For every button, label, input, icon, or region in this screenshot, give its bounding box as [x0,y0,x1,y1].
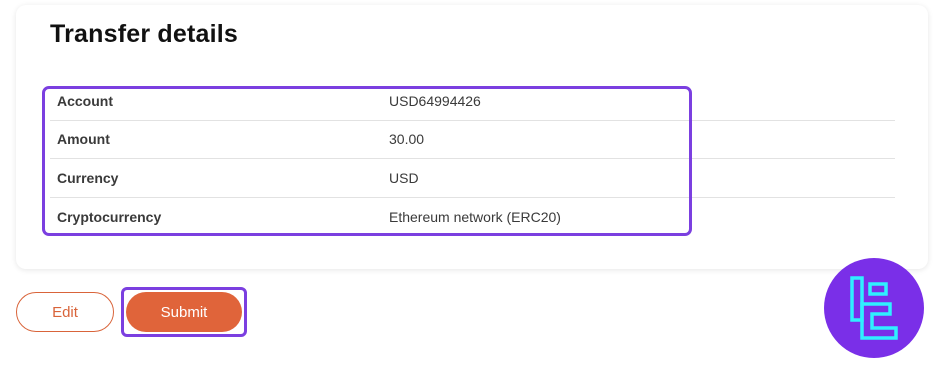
row-value: Ethereum network (ERC20) [389,208,561,225]
row-label: Cryptocurrency [57,208,162,225]
row-label: Amount [57,131,110,148]
submit-button[interactable]: Submit [126,292,242,332]
edit-button[interactable]: Edit [16,292,114,332]
table-row-cryptocurrency: Cryptocurrency Ethereum network (ERC20) [50,198,895,237]
row-value: USD64994426 [389,92,481,109]
transfer-details-table: Account USD64994426 Amount 30.00 Currenc… [50,82,895,236]
tradingfinder-logo-icon [824,258,924,358]
row-label: Currency [57,169,119,186]
table-row-account: Account USD64994426 [50,82,895,121]
table-row-currency: Currency USD [50,159,895,198]
row-value: 30.00 [389,131,425,148]
page-title: Transfer details [50,20,239,48]
table-row-amount: Amount 30.00 [50,121,895,159]
row-value: USD [389,169,419,186]
row-label: Account [57,92,113,109]
